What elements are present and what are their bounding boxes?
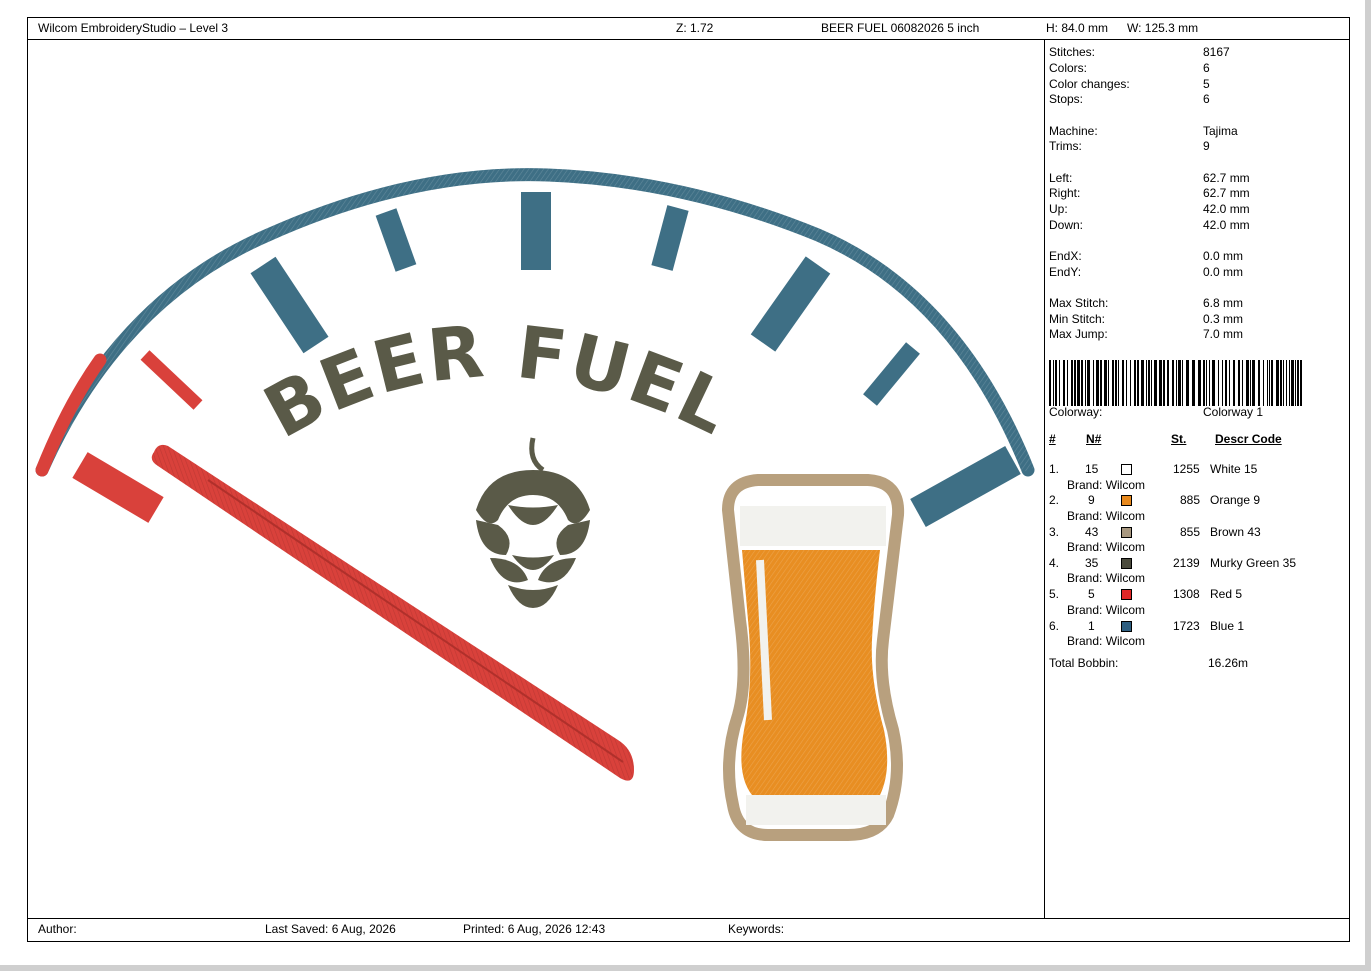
print-preview-sheet: Wilcom EmbroideryStudio – Level 3 Z: 1.7… — [27, 17, 1350, 942]
design-name: BEER FUEL 06082026 5 inch — [821, 21, 980, 35]
thread-brand: Brand: Wilcom — [1067, 540, 1146, 555]
color-swatch — [1121, 464, 1132, 475]
color-swatch — [1121, 589, 1132, 601]
thread-brand: Brand: Wilcom — [1067, 602, 1146, 617]
thread-number: 15 — [1085, 462, 1099, 476]
page-edge-right — [1365, 0, 1371, 971]
color-swatch — [1121, 620, 1132, 632]
thread-description: White 15 — [1210, 462, 1258, 476]
thread-number: 5 — [1088, 587, 1095, 602]
color-row: 6. 1 1723 Blue 1 — [1049, 619, 1349, 635]
color-index: 1. — [1049, 462, 1060, 476]
stat-stitches: Stitches: 8167 — [1049, 45, 1230, 59]
color-index: 3. — [1049, 524, 1060, 539]
design-title-text: BEER FUEL — [251, 309, 744, 454]
barcode-image — [1049, 360, 1302, 406]
beer-glass-icon — [721, 474, 905, 841]
color-index: 5. — [1049, 587, 1060, 602]
stat-right: Right: 62.7 mm — [1049, 186, 1250, 200]
footer-bar: Author: Last Saved: 6 Aug, 2026 Printed:… — [28, 918, 1349, 941]
thread-number: 9 — [1088, 493, 1095, 508]
embroidery-design: BEER FUEL — [35, 168, 1035, 841]
col-header-stitches: St. — [1171, 432, 1187, 446]
thread-number: 1 — [1088, 618, 1095, 633]
thread-description: Orange 9 — [1210, 493, 1261, 508]
total-bobbin: Total Bobbin: 16.26m — [1049, 656, 1249, 670]
stat-color-changes: Color changes: 5 — [1049, 77, 1210, 91]
color-index: 4. — [1049, 555, 1060, 570]
stat-max-stitch: Max Stitch: 6.8 mm — [1049, 296, 1244, 310]
keywords-label: Keywords: — [728, 922, 785, 936]
stitch-count: 885 — [1180, 493, 1201, 508]
stat-colors: Colors: 6 — [1049, 61, 1210, 75]
page-edge-bottom — [0, 965, 1365, 971]
brand-row: Brand: Wilcom — [1049, 634, 1349, 650]
hop-cone-icon — [476, 437, 590, 608]
color-row: 1. 15 1255 White 15 — [1049, 462, 1349, 478]
author-label: Author: — [38, 922, 77, 936]
thread-brand: Brand: Wilcom — [1067, 508, 1146, 523]
color-row: 3. 43 855 Brown 43 — [1049, 525, 1349, 541]
color-swatch — [1121, 526, 1132, 538]
stitch-count: 1255 — [1173, 462, 1200, 476]
color-swatch — [1121, 495, 1132, 507]
stitch-count: 1308 — [1173, 587, 1200, 602]
color-row: 2. 9 885 Orange 9 — [1049, 493, 1349, 509]
color-row: 4. 35 2139 Murky Green 35 — [1049, 556, 1349, 572]
brand-row: Brand: Wilcom — [1049, 478, 1349, 494]
brand-row: Brand: Wilcom — [1049, 509, 1349, 525]
last-saved: Last Saved: 6 Aug, 2026 — [265, 922, 396, 936]
stat-machine: Machine: Tajima — [1049, 124, 1238, 138]
stat-endy: EndY: 0.0 mm — [1049, 265, 1244, 279]
stat-up: Up: 42.0 mm — [1049, 202, 1250, 216]
stitch-count: 855 — [1180, 524, 1201, 539]
color-index: 6. — [1049, 618, 1060, 633]
thread-brand: Brand: Wilcom — [1067, 477, 1146, 492]
stat-endx: EndX: 0.0 mm — [1049, 249, 1244, 263]
thread-brand: Brand: Wilcom — [1067, 634, 1146, 648]
thread-brand: Brand: Wilcom — [1067, 571, 1146, 586]
app-title: Wilcom EmbroideryStudio – Level 3 — [38, 21, 229, 35]
col-header-num: # — [1049, 432, 1056, 446]
brand-row: Brand: Wilcom — [1049, 540, 1349, 556]
header-bar: Wilcom EmbroideryStudio – Level 3 Z: 1.7… — [28, 18, 1349, 40]
design-width: W: 125.3 mm — [1127, 21, 1199, 35]
thread-description: Murky Green 35 — [1210, 555, 1297, 570]
stat-colorway: Colorway: Colorway 1 — [1049, 405, 1264, 419]
col-header-descr: Descr Code — [1215, 432, 1282, 446]
thread-number: 43 — [1085, 524, 1099, 539]
thread-number: 35 — [1085, 555, 1099, 570]
stat-max-jump: Max Jump: 7.0 mm — [1049, 327, 1244, 341]
brand-row: Brand: Wilcom — [1049, 571, 1349, 587]
color-row: 5. 5 1308 Red 5 — [1049, 587, 1349, 603]
thread-description: Red 5 — [1210, 587, 1243, 602]
stitch-count: 1723 — [1173, 618, 1200, 633]
color-swatch — [1121, 557, 1132, 569]
col-header-n: N# — [1086, 432, 1102, 446]
stat-stops: Stops: 6 — [1049, 92, 1210, 106]
stitch-count: 2139 — [1173, 555, 1200, 570]
printed-date: Printed: 6 Aug, 2026 12:43 — [463, 922, 606, 936]
design-height: H: 84.0 mm — [1046, 21, 1109, 35]
design-canvas: BEER FUEL — [28, 40, 1045, 919]
thread-description: Brown 43 — [1210, 524, 1261, 539]
stat-trims: Trims: 9 — [1049, 139, 1210, 153]
stat-left: Left: 62.7 mm — [1049, 171, 1250, 185]
stat-min-stitch: Min Stitch: 0.3 mm — [1049, 312, 1244, 326]
design-info-panel: Stitches: 8167 Colors: 6 Color changes: 5 S… — [1045, 40, 1351, 919]
stat-down: Down: 42.0 mm — [1049, 218, 1250, 232]
zoom-level: Z: 1.72 — [676, 21, 714, 35]
color-index: 2. — [1049, 493, 1060, 508]
thread-description: Blue 1 — [1210, 618, 1245, 633]
brand-row: Brand: Wilcom — [1049, 603, 1349, 619]
